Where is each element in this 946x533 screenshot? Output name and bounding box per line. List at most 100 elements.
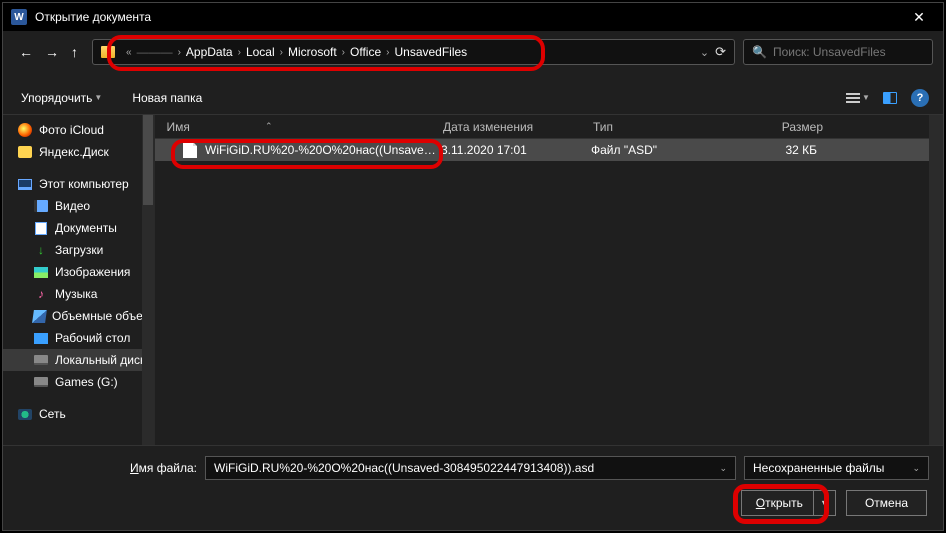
toolbar: Упорядочить▼ Новая папка ▼ ? [3,81,943,115]
titlebar: W Открытие документа ✕ [3,3,943,31]
sidebar-item[interactable]: Локальный диск [3,349,154,371]
sidebar-item[interactable]: Видео [3,195,154,217]
new-folder-button[interactable]: Новая папка [128,89,206,107]
sidebar-item[interactable]: Games (G:) [3,371,154,393]
chevron-icon: › [280,47,283,58]
search-input[interactable]: 🔍 Поиск: UnsavedFiles [743,39,933,65]
button-row: Открыть ▼ Отмена [17,490,929,516]
up-button[interactable]: ↑ [71,44,78,60]
file-icon [183,142,197,158]
refresh-button[interactable]: ⟳ [715,44,726,60]
file-type-filter[interactable]: Несохраненные файлы ⌄ [744,456,929,480]
sidebar-item-label: Рабочий стол [55,331,130,345]
chevron-icon: › [342,47,345,58]
sidebar-item-label: Games (G:) [55,375,118,389]
file-size: 32 КБ [731,143,821,157]
nav-row: ← → ↑ « ——— › AppData › Local › Microsof… [3,31,943,67]
file-type: Файл "ASD" [591,143,731,157]
sidebar-item[interactable]: Документы [3,217,154,239]
view-list-button[interactable]: ▼ [847,89,869,107]
chevron-down-icon[interactable]: ⌄ [719,463,727,474]
sidebar-item-label: Фото iCloud [39,123,104,137]
desk-icon [33,331,49,345]
footer: Имя файла: WiFiGiD.RU%20-%20О%20нас((Uns… [3,445,943,530]
chevron-icon: › [178,47,181,58]
open-dropdown[interactable]: ▼ [813,491,835,515]
col-name[interactable]: ⌃ Имя [183,120,443,134]
file-name: WiFiGiD.RU%20-%20О%20нас((Unsaved-… [205,143,441,157]
sidebar-item[interactable]: Сеть [3,403,154,425]
sidebar-item-label: Яндекс.Диск [39,145,109,159]
sidebar-item-label: Локальный диск [55,353,145,367]
sidebar-item-label: Видео [55,199,90,213]
word-icon: W [11,9,27,25]
yd-icon [17,145,33,159]
dialog-title: Открытие документа [35,10,899,24]
close-button[interactable]: ✕ [899,3,939,31]
file-row[interactable]: WiFiGiD.RU%20-%20О%20нас((Unsaved-… 3.11… [155,139,943,161]
disk-icon [33,353,49,367]
sidebar-item-label: Объемные объекты [52,309,154,323]
col-type[interactable]: Тип [593,120,733,134]
preview-pane-button[interactable] [879,89,901,107]
col-date[interactable]: Дата изменения [443,120,593,134]
help-button[interactable]: ? [911,89,929,107]
sidebar-item-label: Документы [55,221,117,235]
sidebar-item[interactable]: ♪ Музыка [3,283,154,305]
sidebar-scrollbar[interactable] [142,115,154,445]
forward-button[interactable]: → [45,44,59,60]
pc-icon [17,177,33,191]
cancel-button[interactable]: Отмена [846,490,927,516]
search-placeholder: Поиск: UnsavedFiles [773,45,886,59]
address-bar[interactable]: « ——— › AppData › Local › Microsoft › Of… [92,39,735,65]
crumb-unsavedfiles[interactable]: UnsavedFiles [394,45,467,59]
crumb-hidden[interactable]: ——— [137,45,173,59]
chevron-down-icon[interactable]: ⌄ [700,46,709,59]
chevron-icon: › [238,47,241,58]
file-scrollbar[interactable] [929,115,943,445]
dialog-body: Фото iCloud Яндекс.Диск Этот компьютер Виде… [3,115,943,445]
filename-label: Имя файла: [17,461,197,475]
chevron-icon: « [126,47,132,58]
filename-value: WiFiGiD.RU%20-%20О%20нас((Unsaved-308495… [214,461,594,475]
file-area: ⌃ Имя Дата изменения Тип Размер WiFiGiD.… [155,115,943,445]
vid-icon [33,199,49,213]
mus-icon: ♪ [33,287,49,301]
sidebar-item-label: Сеть [39,407,66,421]
back-button[interactable]: ← [19,44,33,60]
view-icons: ▼ ? [847,89,929,107]
sidebar-item[interactable]: Этот компьютер [3,173,154,195]
sidebar-item-label: Загрузки [55,243,103,257]
open-file-dialog: W Открытие документа ✕ ← → ↑ « ——— › App… [2,2,944,531]
doc-icon [33,221,49,235]
search-icon: 🔍 [752,45,767,59]
sidebar-item[interactable]: Рабочий стол [3,327,154,349]
filename-input[interactable]: WiFiGiD.RU%20-%20О%20нас((Unsaved-308495… [205,456,736,480]
sidebar-item-label: Изображения [55,265,130,279]
sidebar-item[interactable]: ↓ Загрузки [3,239,154,261]
nav-arrows: ← → ↑ [19,44,78,60]
crumb-local[interactable]: Local [246,45,275,59]
3d-icon [33,309,46,323]
sidebar-item[interactable]: Объемные объекты [3,305,154,327]
organize-button[interactable]: Упорядочить▼ [17,89,106,107]
net-icon [17,407,33,421]
sidebar-item[interactable]: Фото iCloud [3,119,154,141]
col-size[interactable]: Размер [733,120,823,134]
sidebar-item-label: Этот компьютер [39,177,129,191]
file-date: 3.11.2020 17:01 [441,143,591,157]
crumb-office[interactable]: Office [350,45,381,59]
sidebar: Фото iCloud Яндекс.Диск Этот компьютер Виде… [3,115,155,445]
crumb-appdata[interactable]: AppData [186,45,233,59]
dl-icon: ↓ [33,243,49,257]
sidebar-item-label: Музыка [55,287,97,301]
img-icon [33,265,49,279]
sort-up-icon: ⌃ [265,121,273,132]
open-button[interactable]: Открыть ▼ [741,490,836,516]
folder-icon [101,46,115,58]
sidebar-item[interactable]: Яндекс.Диск [3,141,154,163]
disk-icon [33,375,49,389]
crumb-microsoft[interactable]: Microsoft [288,45,337,59]
sidebar-item[interactable]: Изображения [3,261,154,283]
column-headers[interactable]: ⌃ Имя Дата изменения Тип Размер [155,115,943,139]
